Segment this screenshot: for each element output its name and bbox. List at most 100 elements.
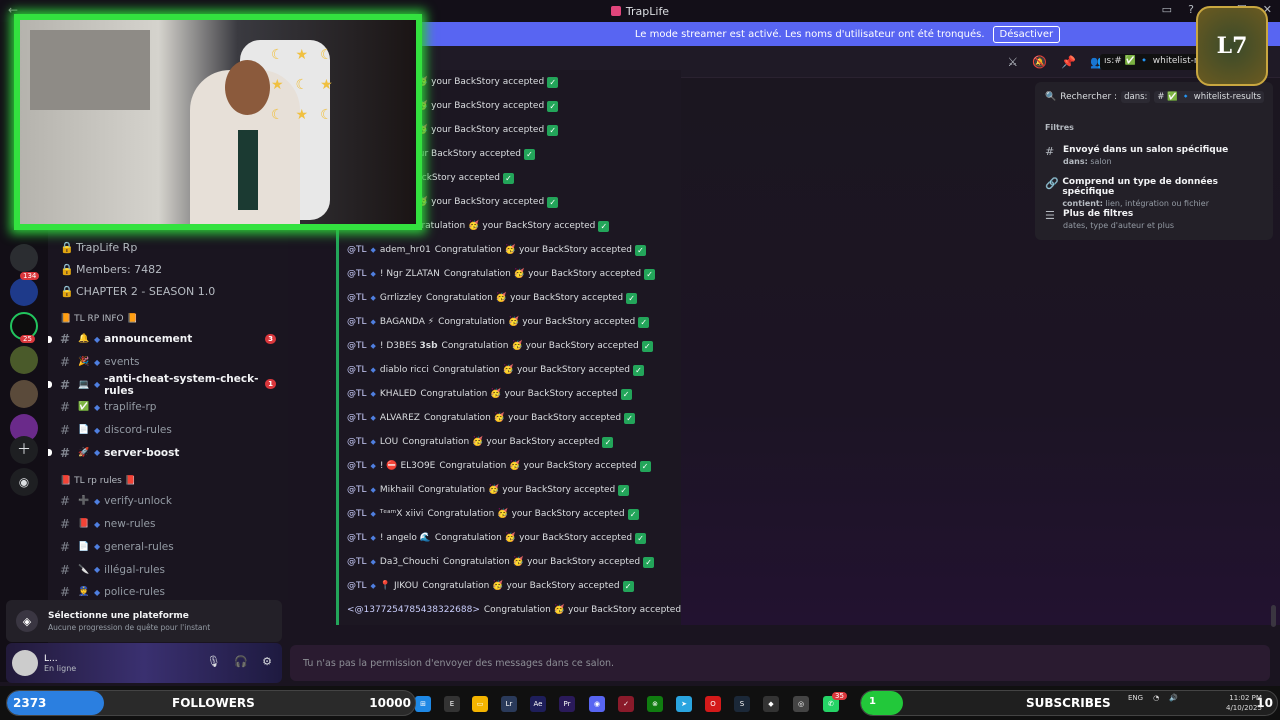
role-mention[interactable]: @TL	[347, 413, 367, 423]
app-icon[interactable]: ◎	[793, 696, 809, 712]
server-icon[interactable]	[10, 244, 38, 272]
channel-item[interactable]: # 🔔 ◆ announcement 3	[48, 328, 288, 351]
channel-item[interactable]: # 🔪 ◆ illégal-rules	[48, 558, 288, 581]
user-mention[interactable]: ! ⛔ EL3O9E	[380, 461, 435, 471]
message-row[interactable]: @TL ◆ diablo ricci Congratulation 🥳 your Back…	[339, 358, 681, 382]
message-row[interactable]: <@1377254785438322688> Congratulation 🥳 you…	[339, 598, 681, 622]
file-explorer-icon[interactable]: ▭	[472, 696, 488, 712]
lightroom-icon[interactable]: Lr	[501, 696, 517, 712]
wifi-icon[interactable]: ◔	[1153, 694, 1159, 702]
premiere-icon[interactable]: Pr	[559, 696, 575, 712]
user-mention[interactable]: ALVAREZ	[380, 413, 420, 423]
user-mention[interactable]: diablo ricci	[380, 365, 429, 375]
steam-icon[interactable]: S	[734, 696, 750, 712]
app-icon[interactable]: ◆	[763, 696, 779, 712]
epic-games-icon[interactable]: E	[444, 696, 460, 712]
channel-category[interactable]: 📕 TL rp rules 📕	[48, 464, 288, 490]
user-mention[interactable]: ! angelo 🌊	[380, 533, 431, 543]
user-mention[interactable]: ! D3BES 𝟯𝘀𝗯	[380, 341, 438, 351]
role-mention[interactable]: <@1377254785438322688>	[347, 605, 480, 615]
role-mention[interactable]: @TL	[347, 269, 367, 279]
message-row[interactable]: @TL ◆ ! angelo 🌊 Congratulation 🥳 your BackSt…	[339, 526, 681, 550]
clock[interactable]: 11:02 PM 4/10/2025	[1226, 693, 1262, 713]
quest-panel[interactable]: ◈ Sélectionne une plateforme Aucune prog…	[6, 600, 282, 642]
message-row[interactable]: @TL ◆ ALVAREZ Congratulation 🥳 your BackStory…	[339, 406, 681, 430]
message-row[interactable]: @TL ◆ ! Ngr ZLATAN Congratulation 🥳 your Back…	[339, 262, 681, 286]
role-mention[interactable]: @TL	[347, 509, 367, 519]
channel-item[interactable]: # 🎉 ◆ events	[48, 351, 288, 374]
headphones-icon[interactable]: 🎧	[234, 655, 248, 668]
help-icon[interactable]: ?	[1188, 3, 1194, 16]
user-mention[interactable]: 📍 JIKOU	[380, 581, 418, 591]
settings-gear-icon[interactable]: ⚙	[262, 655, 272, 668]
disable-streamer-mode-button[interactable]: Désactiver	[992, 25, 1061, 43]
app-icon[interactable]: ✓	[618, 696, 634, 712]
microphone-icon[interactable]: 🎙	[206, 655, 220, 668]
role-mention[interactable]: @TL	[347, 485, 367, 495]
user-mention[interactable]: KHALED	[380, 389, 416, 399]
filter-option[interactable]: # Envoyé dans un salon spécifique dans: sa…	[1045, 145, 1265, 166]
scrollbar[interactable]	[1271, 605, 1276, 627]
message-row[interactable]: @TL ◆ Grrlizzley Congratulation 🥳 your BackSt…	[339, 286, 681, 310]
channel-item[interactable]: # ➕ ◆ verify-unlock	[48, 490, 288, 513]
search-input[interactable]: ıs:# ✅ 🔹 whitelist-re	[1100, 54, 1210, 70]
opera-icon[interactable]: O	[705, 696, 721, 712]
server-icon[interactable]	[10, 278, 38, 306]
server-icon[interactable]	[10, 346, 38, 374]
channel-item[interactable]: # 📕 ◆ new-rules	[48, 513, 288, 536]
user-mention[interactable]: adem_hr01	[380, 245, 431, 255]
pin-icon[interactable]: 📌	[1061, 55, 1076, 69]
user-mention[interactable]: Mikhaiil	[380, 485, 414, 495]
role-mention[interactable]: @TL	[347, 533, 367, 543]
role-mention[interactable]: @TL	[347, 317, 367, 327]
user-mention[interactable]: ! Ngr ZLATAN	[380, 269, 440, 279]
user-mention[interactable]: Da3_Chouchi	[380, 557, 439, 567]
channel-item[interactable]: # 📄 ◆ general-rules	[48, 536, 288, 559]
message-row[interactable]: @TL ◆ ! ⛔ EL3O9E Congratulation 🥳 your BackSt…	[339, 454, 681, 478]
user-mention[interactable]: Grrlizzley	[380, 293, 422, 303]
user-mention[interactable]: LOU	[380, 437, 398, 447]
xbox-icon[interactable]: ⊗	[647, 696, 663, 712]
channel-item[interactable]: # ✅ ◆ traplife-rp	[48, 396, 288, 419]
role-mention[interactable]: @TL	[347, 245, 367, 255]
channel-item[interactable]: # 📄 ◆ discord-rules	[48, 419, 288, 442]
message-row[interactable]: @TL ◆ LOU Congratulation 🥳 your BackStory acc…	[339, 430, 681, 454]
mute-icon[interactable]: 🔕	[1032, 55, 1047, 69]
explore-icon[interactable]: ◉	[10, 468, 38, 496]
user-mention[interactable]: BAGANDA ⚡	[380, 317, 434, 327]
channel-item[interactable]: # 💻 ◆ -anti-cheat-system-check-rules 1	[48, 373, 288, 397]
message-row[interactable]: @TL ◆ ᵀᵉᵃᵐX xiivi Congratulation 🥳 your BackS…	[339, 502, 681, 526]
filter-option[interactable]: 🔗 Comprend un type de données spécifique c…	[1045, 177, 1265, 208]
role-mention[interactable]: @TL	[347, 341, 367, 351]
role-mention[interactable]: @TL	[347, 365, 367, 375]
discord-icon[interactable]: ◉	[589, 696, 605, 712]
message-row[interactable]: @TL ◆ Da3_Chouchi Congratulation 🥳 your BackS…	[339, 550, 681, 574]
role-mention[interactable]: @TL	[347, 557, 367, 567]
role-mention[interactable]: @TL	[347, 461, 367, 471]
inbox-icon[interactable]: ▭	[1162, 3, 1172, 16]
windows-start-icon[interactable]: ⊞	[415, 696, 431, 712]
user-info[interactable]: L... En ligne	[38, 654, 76, 673]
search-query-row[interactable]: 🔍 Rechercher : dans: # ✅ 🔹 whitelist-res…	[1045, 91, 1265, 103]
server-icon[interactable]	[10, 380, 38, 408]
channel-category[interactable]: 📙 TL RP INFO 📙	[48, 302, 288, 328]
message-row[interactable]: @TL ◆ 📍 JIKOU Congratulation 🥳 your BackStory…	[339, 574, 681, 598]
filter-option[interactable]: ☰ Plus de filtres dates, type d'auteur et …	[1045, 209, 1265, 230]
channel-item[interactable]: # 👮 ◆ police-rules	[48, 581, 288, 600]
message-input[interactable]: Tu n'as pas la permission d'envoyer des …	[290, 645, 1270, 681]
message-row[interactable]: @TL ◆ ! D3BES 𝟯𝘀𝗯 Congratulation 🥳 your BackS…	[339, 334, 681, 358]
channel-item[interactable]: # 🚀 ◆ server-boost	[48, 441, 288, 464]
add-server-icon[interactable]: ＋	[10, 436, 38, 464]
telegram-icon[interactable]: ➤	[676, 696, 692, 712]
role-mention[interactable]: @TL	[347, 581, 367, 591]
volume-icon[interactable]: 🔊	[1169, 694, 1178, 702]
message-row[interactable]: @TL ◆ KHALED Congratulation 🥳 your BackStory …	[339, 382, 681, 406]
role-mention[interactable]: @TL	[347, 437, 367, 447]
lang-indicator[interactable]: ENG	[1128, 694, 1143, 702]
message-row[interactable]: @TL ◆ BAGANDA ⚡ Congratulation 🥳 your BackSto…	[339, 310, 681, 334]
message-row[interactable]: @TL ◆ Mikhaiil Congratulation 🥳 your BackStor…	[339, 478, 681, 502]
message-row[interactable]: @TL ◆ adem_hr01 Congratulation 🥳 your BackSto…	[339, 238, 681, 262]
user-mention[interactable]: ᵀᵉᵃᵐX xiivi	[380, 509, 424, 519]
role-mention[interactable]: @TL	[347, 293, 367, 303]
threads-icon[interactable]: ⚔	[1007, 55, 1018, 69]
